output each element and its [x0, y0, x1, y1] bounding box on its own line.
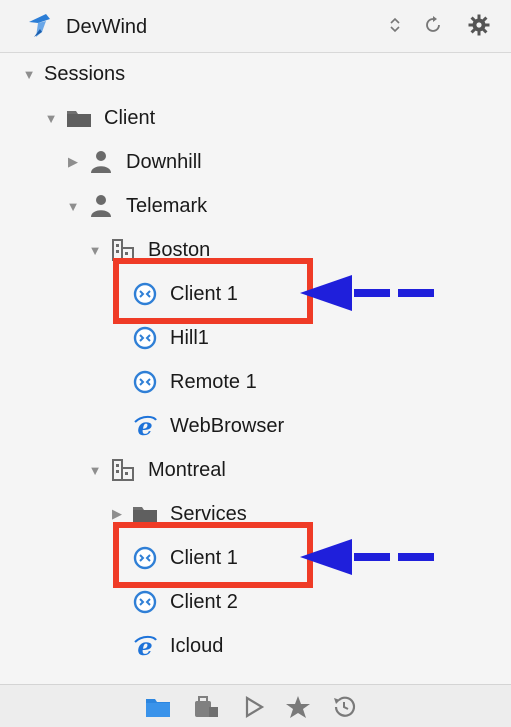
annotation-arrow	[300, 539, 434, 575]
sessions-icon[interactable]	[144, 693, 172, 721]
disclosure-expanded-icon[interactable]: ▼	[20, 67, 38, 82]
toolbar-header: DevWind	[0, 0, 511, 53]
tree-node-label: Telemark	[126, 194, 208, 217]
disclosure-collapsed-icon[interactable]: ▶	[108, 506, 126, 522]
tree-node-web-session[interactable]: e WebBrowser	[126, 404, 284, 448]
session-tree: ▼ Sessions ▼ Client ▶ Downhill ▼ Telemar…	[0, 52, 511, 684]
remote-desktop-icon	[132, 325, 158, 351]
folder-icon	[66, 105, 92, 131]
app-logo-icon	[26, 10, 56, 40]
tree-node-client[interactable]: ▼ Client	[42, 96, 156, 140]
web-browser-icon: e	[132, 413, 158, 439]
history-icon[interactable]	[330, 693, 358, 721]
disclosure-expanded-icon[interactable]: ▼	[42, 111, 60, 126]
highlight-box	[113, 258, 313, 324]
gear-icon[interactable]	[466, 12, 492, 38]
remote-desktop-icon	[132, 589, 158, 615]
tree-node-sessions[interactable]: ▼ Sessions	[20, 52, 126, 96]
annotation-arrow	[300, 275, 434, 311]
tree-node-label: Remote 1	[170, 370, 257, 393]
app-title: DevWind	[66, 16, 148, 38]
remote-desktop-icon	[132, 369, 158, 395]
user-icon	[88, 149, 114, 175]
disclosure-expanded-icon[interactable]: ▼	[64, 199, 82, 214]
highlight-box	[113, 522, 313, 588]
sort-updown-icon[interactable]	[382, 12, 408, 38]
tree-node-web-session[interactable]: e Icloud	[126, 624, 223, 668]
briefcase-icon[interactable]	[192, 693, 220, 721]
refresh-icon[interactable]	[420, 12, 446, 38]
bottom-tab-bar	[0, 684, 511, 727]
building-icon	[110, 457, 136, 483]
tree-node-rdp-session[interactable]: Remote 1	[126, 360, 257, 404]
tree-node-label: Icloud	[170, 634, 224, 657]
disclosure-expanded-icon[interactable]: ▼	[86, 243, 104, 258]
tree-node-montreal[interactable]: ▼ Montreal	[86, 448, 226, 492]
disclosure-collapsed-icon[interactable]: ▶	[64, 154, 82, 170]
tree-node-label: WebBrowser	[170, 414, 285, 437]
tree-node-label: Client	[104, 106, 156, 129]
disclosure-expanded-icon[interactable]: ▼	[86, 463, 104, 478]
tree-node-label: Client 2	[170, 590, 238, 613]
tree-node-label: Sessions	[44, 62, 126, 85]
tree-node-label: Hill1	[170, 326, 209, 349]
tree-node-downhill[interactable]: ▶ Downhill	[64, 140, 202, 184]
play-icon[interactable]	[240, 693, 268, 721]
user-icon	[88, 193, 114, 219]
tree-node-label: Montreal	[148, 458, 226, 481]
tree-node-telemark[interactable]: ▼ Telemark	[64, 184, 207, 228]
favorites-star-icon[interactable]	[284, 693, 312, 721]
tree-node-label: Downhill	[126, 150, 202, 173]
web-browser-icon: e	[132, 633, 158, 659]
